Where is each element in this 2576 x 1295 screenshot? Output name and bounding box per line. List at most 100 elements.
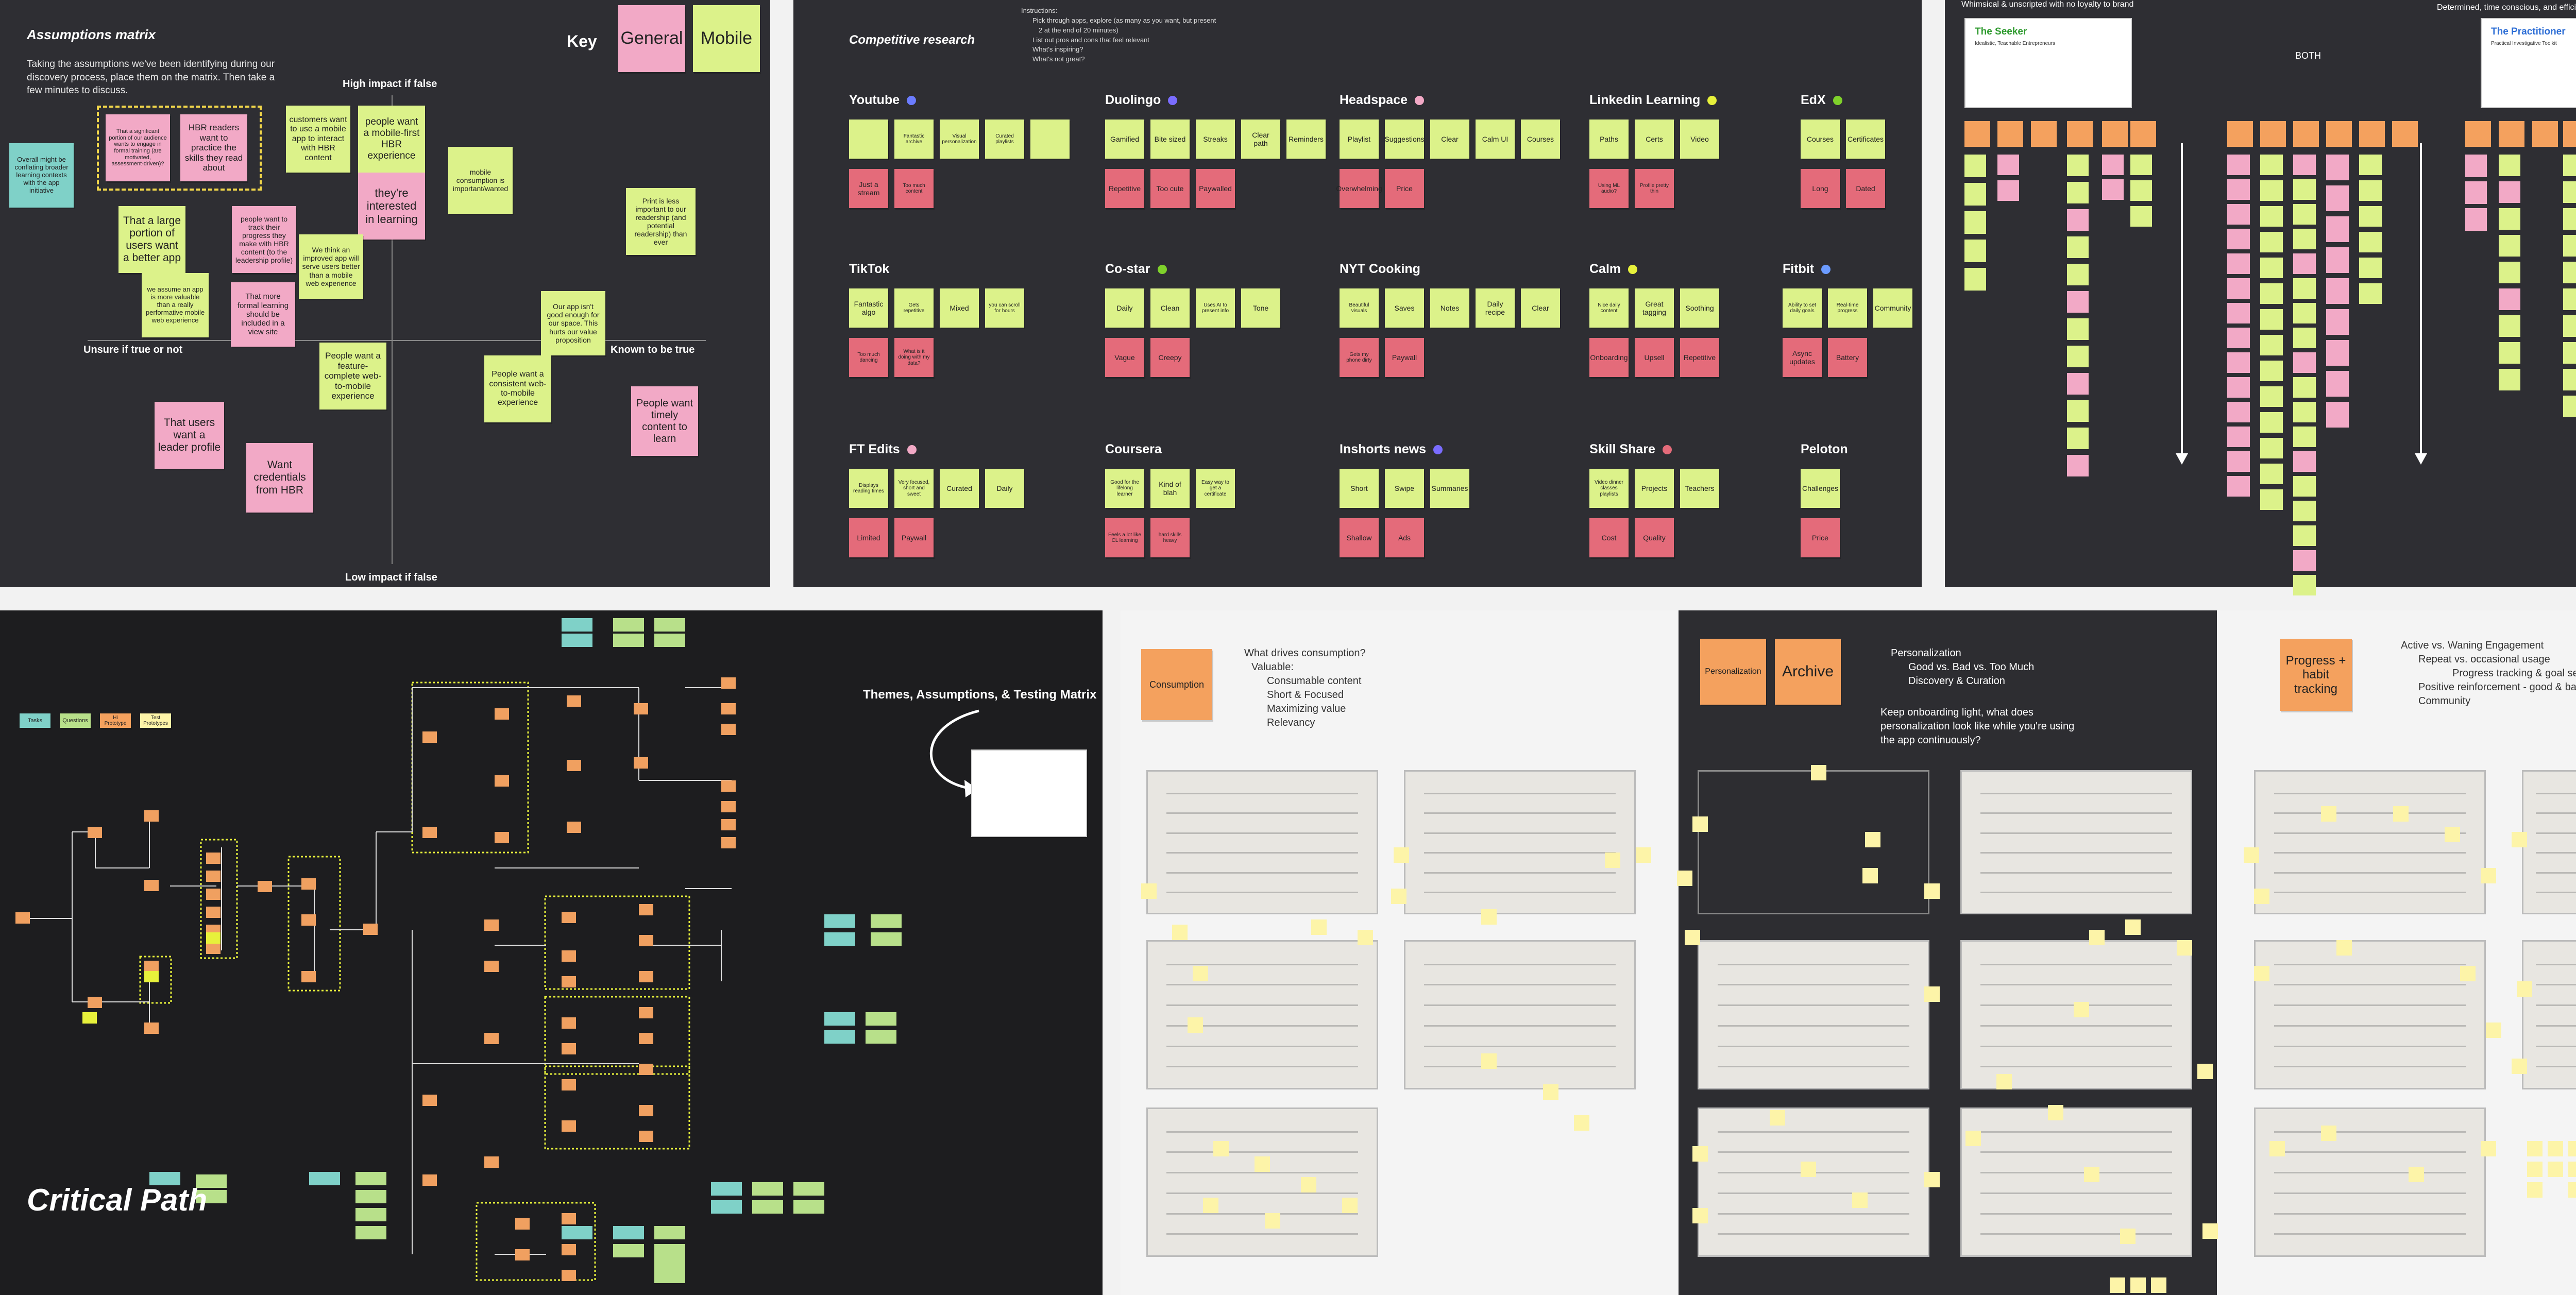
pro-note: Real-time progress xyxy=(1828,288,1867,328)
flow-node xyxy=(721,703,736,714)
feedback-note xyxy=(1852,1192,1868,1208)
flow-node xyxy=(422,731,437,743)
persona-note xyxy=(2359,232,2382,252)
feedback-note xyxy=(2393,806,2409,822)
persona-note xyxy=(2227,278,2250,299)
note-sig-portion: That a significant portion of our audien… xyxy=(106,114,170,181)
pro-note: Reminders xyxy=(1286,120,1326,159)
persona-header-note xyxy=(1964,121,1990,147)
persona-note xyxy=(2227,179,2250,200)
app-name: Co-star xyxy=(1105,262,1167,277)
flow-node xyxy=(721,819,736,830)
flow-node xyxy=(144,880,159,891)
app-name: NYT Cooking xyxy=(1340,262,1420,276)
flow-node xyxy=(144,961,159,972)
persona-note xyxy=(2326,340,2349,366)
flow-node xyxy=(515,1249,530,1260)
pro-note: Displays reading times xyxy=(849,469,888,508)
persona-note xyxy=(2326,216,2349,242)
flow-node xyxy=(721,837,736,848)
con-note: Vague xyxy=(1105,338,1144,377)
persona-header-note xyxy=(2293,121,2319,147)
feedback-note xyxy=(1862,868,1878,883)
pro-note xyxy=(849,120,888,159)
sketch-photo xyxy=(1146,770,1378,914)
app-group: FT Edits Displays reading times Very focus… xyxy=(849,442,1024,557)
feedback-note xyxy=(1574,1115,1589,1131)
app-group: Coursera Good for the lifelong learner Kin… xyxy=(1105,442,1235,557)
pro-note xyxy=(1030,120,1070,159)
feedback-note xyxy=(1865,832,1880,847)
flow-node xyxy=(562,1213,576,1224)
flow-node xyxy=(562,1244,576,1255)
pro-note: Courses xyxy=(1801,120,1840,159)
persona-note xyxy=(2260,206,2283,227)
both-label: BOTH xyxy=(2295,50,2321,61)
con-note: What is it doing with my data? xyxy=(894,338,934,377)
section-bullets: Personalization Good vs. Bad vs. Too Much… xyxy=(1891,648,2035,687)
pro-note: Summaries xyxy=(1430,469,1469,508)
sketch-photo xyxy=(2254,770,2486,914)
app-color-dot xyxy=(907,445,917,455)
persona-note xyxy=(2227,253,2250,274)
feedback-note xyxy=(1692,1146,1708,1162)
pro-note: Fantastic algo xyxy=(849,288,888,328)
persona-note xyxy=(2067,346,2089,367)
flow-node xyxy=(567,760,581,771)
group-box xyxy=(544,996,690,1075)
persona-note xyxy=(2563,155,2576,176)
flow-node xyxy=(721,724,736,735)
sketch-photo xyxy=(1146,1107,1378,1257)
app-name: TikTok xyxy=(849,262,890,276)
feedback-note xyxy=(2460,966,2476,981)
persona-note xyxy=(2260,489,2283,510)
instructions: Instructions: Pick through apps, explore… xyxy=(1021,7,1216,63)
flow-node xyxy=(562,1017,576,1029)
pro-note: Tone xyxy=(1241,288,1280,328)
pro-note: Daily recipe xyxy=(1476,288,1515,328)
persona-note xyxy=(2359,206,2382,227)
feedback-note xyxy=(1685,930,1700,945)
matrix-horizontal-axis xyxy=(88,340,706,341)
persona-header-note xyxy=(2563,121,2576,147)
app-color-dot xyxy=(1707,96,1717,106)
app-color-dot xyxy=(1628,265,1638,275)
app-name: Fitbit xyxy=(1783,262,1831,277)
persona-note xyxy=(2227,352,2250,373)
app-group: EdX Courses Certificates Long Dated xyxy=(1801,93,1885,208)
app-name: Linkedin Learning xyxy=(1589,93,1717,108)
persona-note xyxy=(2260,180,2283,201)
feedback-note xyxy=(2120,1229,2136,1244)
con-note: Creepy xyxy=(1150,338,1190,377)
feedback-note xyxy=(1924,1172,1940,1187)
sketch-photo xyxy=(1404,940,1636,1089)
persona-header-note xyxy=(2359,121,2385,147)
themes-matrix-title: Themes, Assumptions, & Testing Matrix xyxy=(863,688,1097,702)
feedback-note xyxy=(1636,847,1651,863)
flow-node xyxy=(88,997,102,1008)
con-note: hard skills heavy xyxy=(1150,518,1190,557)
pro-note: Teachers xyxy=(1680,469,1719,508)
feedback-note xyxy=(2481,868,2496,883)
persona-header-note xyxy=(1997,121,2023,147)
note-improved-app: We think an improved app will serve user… xyxy=(299,234,363,299)
feedback-note xyxy=(1141,883,1157,899)
feedback-note xyxy=(2254,889,2269,904)
con-note: Battery xyxy=(1828,338,1867,377)
pro-note: you can scroll for hours xyxy=(985,288,1024,328)
feedback-note xyxy=(2568,1141,2576,1156)
flow-node xyxy=(562,1043,576,1054)
app-group: YoutubeComments and viewsFantastic archi… xyxy=(849,93,1070,208)
feedback-note xyxy=(1358,930,1373,945)
persona-note xyxy=(2293,476,2316,497)
flow-node xyxy=(495,832,509,843)
persona-note xyxy=(2326,185,2349,211)
pro-note: Video xyxy=(1680,120,1719,159)
persona-note xyxy=(2260,438,2283,458)
pro-note: Curated playlists xyxy=(985,120,1024,159)
flow-node xyxy=(634,757,648,769)
pro-note: Easy way to get a certificate xyxy=(1196,469,1235,508)
persona-note xyxy=(2359,180,2382,201)
feedback-note xyxy=(2074,1002,2089,1017)
persona-note xyxy=(2499,369,2520,390)
